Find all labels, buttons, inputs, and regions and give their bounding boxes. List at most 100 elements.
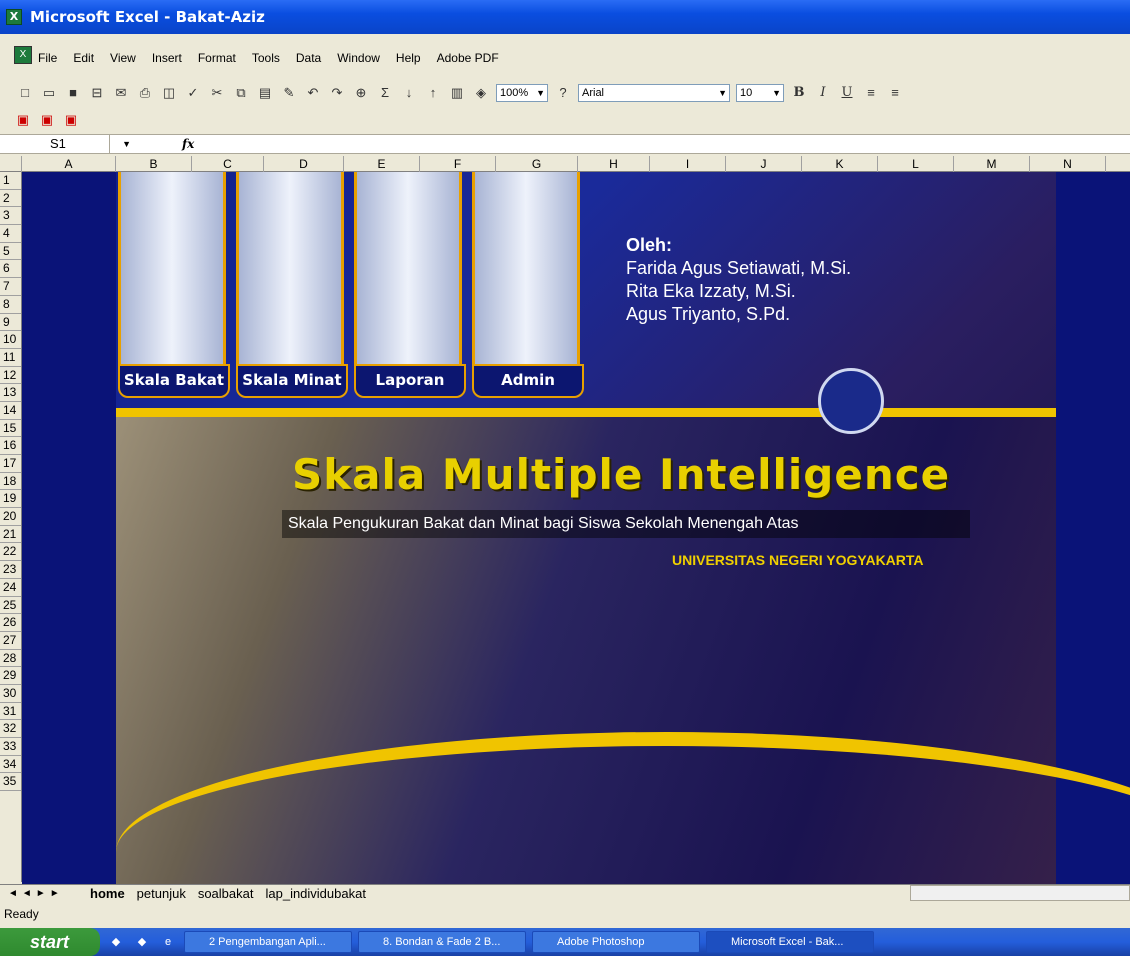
cut-icon[interactable]: ✂ [208,84,226,102]
tile-image-laporan[interactable] [354,172,462,372]
column-header[interactable]: D [264,156,344,172]
admin-button[interactable]: Admin [472,364,584,398]
open-icon[interactable]: ▭ [40,84,58,102]
row-header[interactable]: 5 [0,243,21,261]
menu-insert[interactable]: Insert [152,51,182,65]
name-box[interactable]: S1 ▼ [0,135,131,153]
pdf-email-icon[interactable]: ▣ [38,111,56,129]
task-word[interactable]: 2 Pengembangan Apli... [184,931,352,953]
menu-view[interactable]: View [110,51,136,65]
menu-tools[interactable]: Tools [252,51,280,65]
underline-button[interactable]: U [838,84,856,102]
row-header[interactable]: 18 [0,473,21,491]
laporan-button[interactable]: Laporan [354,364,466,398]
row-header[interactable]: 33 [0,738,21,756]
worksheet-grid[interactable]: Skala Bakat Skala Minat Laporan Admin Ol… [22,172,1130,884]
column-header[interactable]: E [344,156,420,172]
column-header[interactable]: A [22,156,116,172]
tile-image-minat[interactable] [236,172,344,372]
row-header[interactable]: 24 [0,579,21,597]
print-icon[interactable]: ⎙ [136,84,154,102]
new-icon[interactable]: □ [16,84,34,102]
hyperlink-icon[interactable]: ⊕ [352,84,370,102]
select-all-corner[interactable] [0,156,22,172]
zoom-select[interactable]: 100% ▼ [496,84,548,102]
column-header[interactable]: M [954,156,1030,172]
row-header[interactable]: 19 [0,490,21,509]
row-header[interactable]: 30 [0,685,21,703]
column-header[interactable]: J [726,156,802,172]
column-header[interactable]: L [878,156,954,172]
italic-button[interactable]: I [814,84,832,102]
sort-descending-icon[interactable]: ↑ [424,84,442,102]
task-bondan[interactable]: 8. Bondan & Fade 2 B... [358,931,526,953]
autosum-icon[interactable]: Σ [376,84,394,102]
formula-input[interactable] [194,135,1130,153]
permission-icon[interactable]: ⊟ [88,84,106,102]
menu-edit[interactable]: Edit [73,51,94,65]
row-header[interactable]: 12 [0,367,21,385]
row-header[interactable]: 20 [0,508,21,526]
task-excel[interactable]: Microsoft Excel - Bak... [706,931,874,953]
quicklaunch-icon[interactable]: ◆ [132,932,152,952]
row-header[interactable]: 3 [0,207,21,226]
row-header[interactable]: 23 [0,561,21,579]
row-header[interactable]: 10 [0,331,21,349]
row-header[interactable]: 31 [0,703,21,721]
row-header[interactable]: 8 [0,296,21,314]
row-header[interactable]: 26 [0,614,21,632]
function-icon[interactable]: fx [182,137,194,151]
skala-bakat-button[interactable]: Skala Bakat [118,364,230,398]
menu-file[interactable]: File [38,51,57,65]
bold-button[interactable]: B [790,84,808,102]
menu-window[interactable]: Window [337,51,380,65]
column-header[interactable]: N [1030,156,1106,172]
sort-ascending-icon[interactable]: ↓ [400,84,418,102]
menu-data[interactable]: Data [296,51,321,65]
print-preview-icon[interactable]: ◫ [160,84,178,102]
row-header[interactable]: 21 [0,526,21,544]
row-header[interactable]: 22 [0,543,21,562]
horizontal-scrollbar[interactable] [910,885,1130,901]
column-header[interactable]: I [650,156,726,172]
row-header[interactable]: 2 [0,190,21,208]
redo-icon[interactable]: ↷ [328,84,346,102]
chevron-down-icon[interactable]: ▼ [122,135,131,153]
row-header[interactable]: 11 [0,349,21,367]
ie-icon[interactable]: e [158,932,178,952]
tab-home[interactable]: home [90,886,125,901]
tab-lap-individubakat[interactable]: lap_individubakat [265,886,365,901]
quicklaunch-icon[interactable]: ◆ [106,932,126,952]
help-icon[interactable]: ? [554,84,572,102]
row-header[interactable]: 16 [0,437,21,455]
column-header[interactable]: G [496,156,578,172]
chart-wizard-icon[interactable]: ▥ [448,84,466,102]
column-header[interactable]: F [420,156,496,172]
column-header[interactable]: K [802,156,878,172]
row-header[interactable]: 27 [0,632,21,650]
menu-help[interactable]: Help [396,51,421,65]
row-header[interactable]: 6 [0,260,21,279]
align-center-icon[interactable]: ≡ [886,84,904,102]
start-button[interactable]: start [0,928,100,956]
row-header[interactable]: 13 [0,384,21,402]
row-header[interactable]: 14 [0,402,21,420]
save-icon[interactable]: ■ [64,84,82,102]
row-header[interactable]: 17 [0,455,21,473]
task-photoshop[interactable]: Adobe Photoshop [532,931,700,953]
tile-image-bakat[interactable] [118,172,226,372]
spelling-icon[interactable]: ✓ [184,84,202,102]
undo-icon[interactable]: ↶ [304,84,322,102]
tab-soalbakat[interactable]: soalbakat [198,886,254,901]
pdf-review-icon[interactable]: ▣ [62,111,80,129]
row-header[interactable]: 35 [0,773,21,792]
row-header[interactable]: 32 [0,720,21,738]
font-select[interactable]: Arial ▼ [578,84,730,102]
row-header[interactable]: 7 [0,278,21,296]
email-icon[interactable]: ✉ [112,84,130,102]
column-header[interactable]: C [192,156,264,172]
row-header[interactable]: 25 [0,597,21,615]
drawing-icon[interactable]: ◈ [472,84,490,102]
row-header[interactable]: 9 [0,314,21,332]
font-size-select[interactable]: 10 ▼ [736,84,784,102]
